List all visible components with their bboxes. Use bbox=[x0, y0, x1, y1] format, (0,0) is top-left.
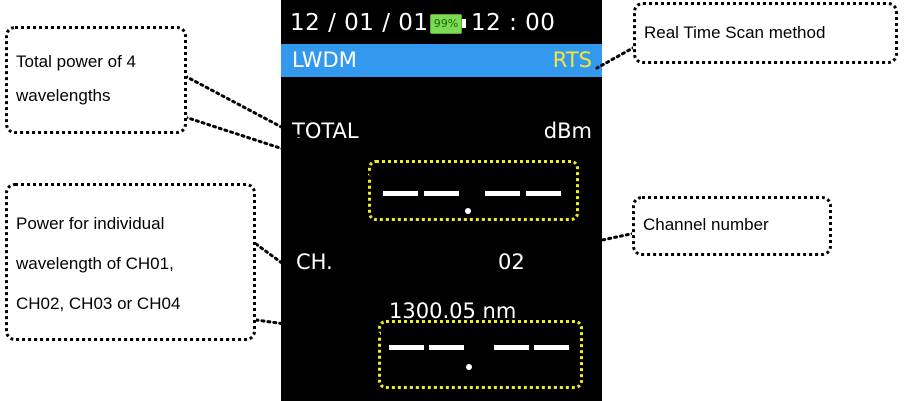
callout-individual-power: Power for individual wavelength of CH01,… bbox=[5, 183, 256, 341]
channel-number: 02 bbox=[498, 250, 525, 274]
callout-total-power: Total power of 4 wavelengths bbox=[5, 26, 187, 134]
callout-channel-number: Channel number bbox=[632, 196, 832, 256]
dash-segment bbox=[526, 191, 561, 196]
callout-scan-method: Real Time Scan method bbox=[633, 2, 898, 64]
device-screen: 12 / 01 / 01 99% 12 : 00 LWDM RTS TOTAL … bbox=[281, 0, 602, 401]
dash-segment bbox=[485, 191, 520, 196]
decimal-point bbox=[466, 364, 472, 370]
dash-segment bbox=[429, 345, 464, 350]
dash-segment bbox=[494, 345, 529, 350]
callout-text: Real Time Scan method bbox=[644, 23, 826, 42]
battery-tip bbox=[462, 19, 466, 28]
callout-text: Power for individual bbox=[16, 214, 165, 233]
callout-text: wavelength of CH01, bbox=[16, 254, 174, 273]
dash-segment bbox=[383, 191, 418, 196]
dash-segment bbox=[389, 345, 424, 350]
scan-method-label: RTS bbox=[552, 48, 592, 72]
date-display: 12 / 01 / 01 bbox=[290, 10, 429, 36]
mode-bar: LWDM RTS bbox=[281, 44, 602, 77]
callout-text: CH02, CH03 or CH04 bbox=[16, 294, 181, 313]
callout-text: wavelengths bbox=[16, 86, 111, 105]
callout-text: Total power of 4 bbox=[16, 52, 137, 71]
channel-power-highlight bbox=[378, 320, 583, 389]
total-label: TOTAL bbox=[292, 119, 359, 143]
total-unit: dBm bbox=[543, 119, 592, 143]
decimal-point bbox=[465, 208, 471, 214]
mode-label: LWDM bbox=[292, 48, 357, 72]
status-bar: 12 / 01 / 01 99% 12 : 00 bbox=[281, 8, 602, 40]
callout-text: Channel number bbox=[643, 215, 769, 234]
channel-label: CH. bbox=[296, 250, 333, 274]
dash-segment bbox=[424, 191, 459, 196]
time-display: 12 : 00 bbox=[471, 10, 556, 36]
battery-icon: 99% bbox=[430, 14, 462, 34]
dash-segment bbox=[534, 345, 569, 350]
